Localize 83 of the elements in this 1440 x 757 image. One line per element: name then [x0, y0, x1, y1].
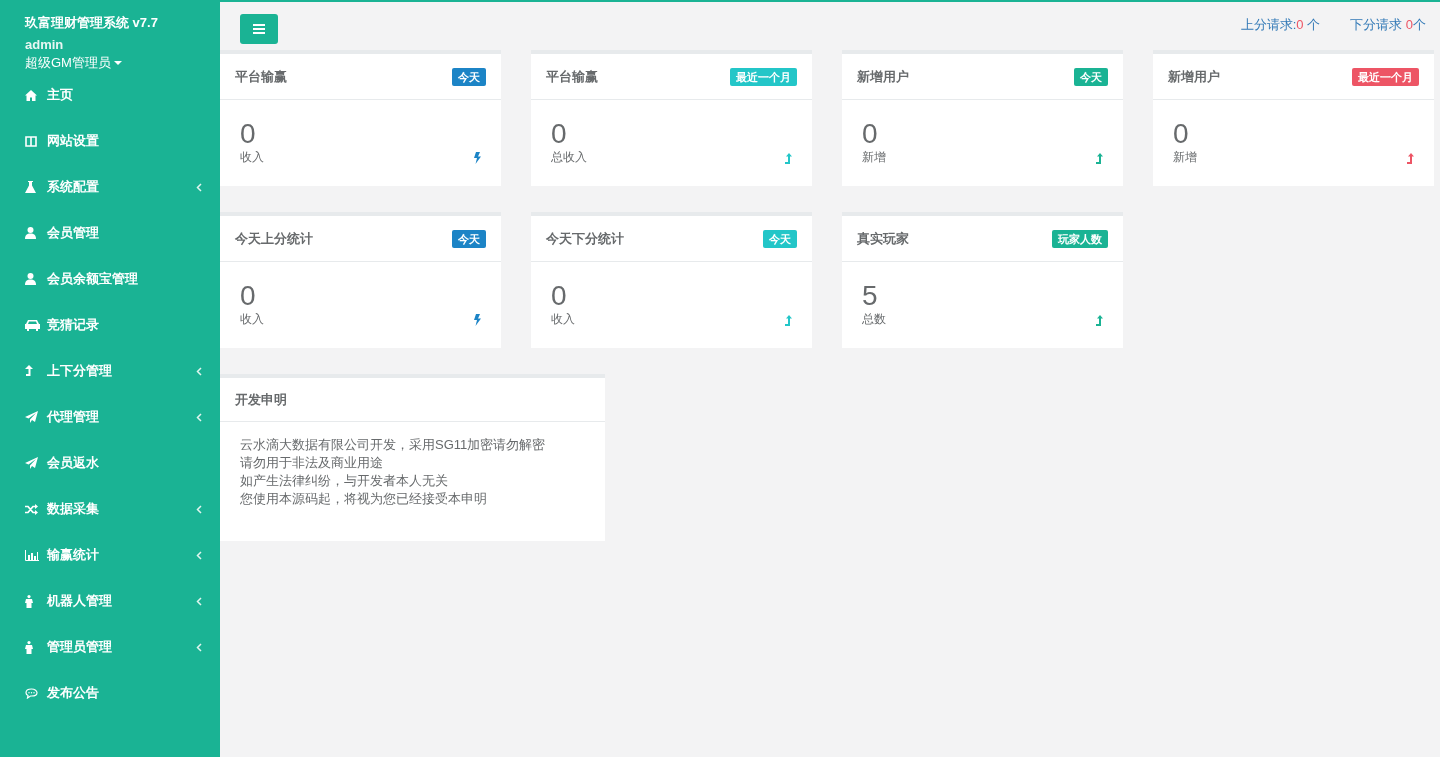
- sidebar-item[interactable]: 系统配置: [0, 164, 220, 210]
- user-name: admin: [25, 36, 65, 53]
- sidebar-item[interactable]: 代理管理: [0, 394, 220, 440]
- stat-value: 0: [551, 118, 568, 150]
- period-label: 玩家人数: [1052, 229, 1108, 248]
- sidebar-item[interactable]: 会员返水: [0, 440, 220, 486]
- level-up-icon: [25, 365, 33, 377]
- bar-chart-icon: [25, 549, 39, 561]
- level-up-icon: [1407, 153, 1414, 164]
- car-icon: [25, 319, 40, 331]
- sidebar-item[interactable]: 机器人管理: [0, 578, 220, 624]
- card-title: 开发申明: [235, 390, 287, 409]
- card-title: 真实玩家: [857, 229, 909, 248]
- stat-caption: 新增: [1173, 150, 1197, 164]
- period-label: 今天: [452, 229, 486, 248]
- stat-value: 5: [862, 280, 879, 312]
- menu-icon: [253, 24, 265, 34]
- level-up-icon: [785, 153, 792, 164]
- chevron-left-icon: [196, 504, 202, 514]
- card-title: 今天上分统计: [235, 229, 313, 248]
- sidebar-item[interactable]: 上下分管理: [0, 348, 220, 394]
- columns-icon: [25, 135, 37, 147]
- stat-caption: 收入: [240, 312, 264, 326]
- role-dropdown[interactable]: 超级GM管理员: [25, 54, 122, 71]
- home-icon: [25, 89, 37, 101]
- notice-line: 如产生法律纠纷，与开发者本人无关: [240, 472, 449, 490]
- card-title: 今天下分统计: [546, 229, 624, 248]
- period-label: 最近一个月: [1352, 67, 1419, 86]
- person-icon: [25, 594, 33, 608]
- stat-caption: 收入: [240, 150, 264, 164]
- paper-plane-icon: [25, 457, 38, 469]
- paper-plane-icon: [25, 411, 38, 423]
- system-title: 玖富理财管理系统 v7.7: [25, 14, 159, 32]
- period-label: 今天: [452, 67, 486, 86]
- chevron-left-icon: [196, 412, 202, 422]
- period-label: 今天: [1074, 67, 1108, 86]
- sidebar-item[interactable]: 输赢统计: [0, 532, 220, 578]
- card-title: 平台输赢: [546, 67, 598, 86]
- level-up-icon: [785, 315, 792, 326]
- sidebar-item[interactable]: 竞猜记录: [0, 302, 220, 348]
- sidebar-item[interactable]: 网站设置: [0, 118, 220, 164]
- notice-line: 云水滴大数据有限公司开发，采用SG11加密请勿解密: [240, 436, 547, 454]
- user-icon: [25, 227, 36, 239]
- chevron-left-icon: [196, 550, 202, 560]
- chevron-left-icon: [196, 366, 202, 376]
- caret-icon: [113, 60, 122, 65]
- sidebar-item[interactable]: 主页: [0, 72, 220, 118]
- notice-line: 请勿用于非法及商业用途: [240, 454, 384, 472]
- level-up-icon: [1096, 315, 1103, 326]
- sidebar-item[interactable]: 会员管理: [0, 210, 220, 256]
- notice-line: 您使用本源码起，将视为您已经接受本申明: [240, 490, 488, 508]
- shuffle-icon: [25, 503, 38, 515]
- card-title: 新增用户: [857, 67, 909, 86]
- chevron-left-icon: [196, 596, 202, 606]
- request-link[interactable]: 上分请求:0 个: [1240, 16, 1321, 34]
- flask-icon: [25, 181, 36, 193]
- chevron-left-icon: [196, 642, 202, 652]
- sidebar-item[interactable]: 管理员管理: [0, 624, 220, 670]
- card-title: 平台输赢: [235, 67, 287, 86]
- person-icon: [25, 640, 33, 654]
- period-label: 今天: [763, 229, 797, 248]
- level-up-icon: [1096, 153, 1103, 164]
- stat-caption: 总收入: [551, 150, 587, 164]
- stat-value: 0: [862, 118, 879, 150]
- sidebar-item[interactable]: 发布公告: [0, 670, 220, 716]
- stat-caption: 收入: [551, 312, 575, 326]
- chevron-left-icon: [196, 182, 202, 192]
- stat-value: 0: [1173, 118, 1190, 150]
- speech-bubble-icon: [25, 687, 38, 699]
- user-icon: [25, 273, 36, 285]
- stat-value: 0: [551, 280, 568, 312]
- sidebar-item[interactable]: 会员余额宝管理: [0, 256, 220, 302]
- request-link[interactable]: 下分请求 0个: [1350, 16, 1426, 34]
- stat-caption: 新增: [862, 150, 886, 164]
- sidebar-item[interactable]: 数据采集: [0, 486, 220, 532]
- stat-value: 0: [240, 280, 257, 312]
- card-title: 新增用户: [1168, 67, 1220, 86]
- menu-toggle-button[interactable]: [240, 14, 278, 44]
- lightning-bolt-icon: [474, 152, 481, 164]
- stat-caption: 总数: [862, 312, 886, 326]
- stat-value: 0: [240, 118, 257, 150]
- lightning-bolt-icon: [474, 314, 481, 326]
- period-label: 最近一个月: [730, 67, 797, 86]
